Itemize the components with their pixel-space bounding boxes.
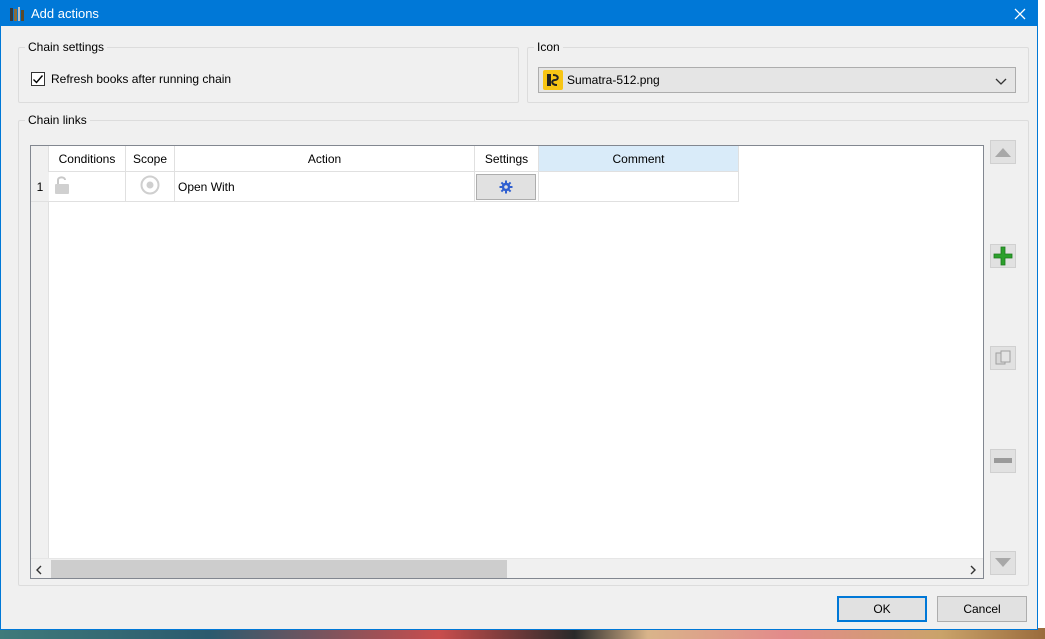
chain-settings-group: Chain settings Refresh books after runni… bbox=[18, 40, 519, 103]
action-cell[interactable]: Open With bbox=[175, 172, 475, 202]
cancel-button[interactable]: Cancel bbox=[937, 596, 1027, 622]
remove-action-button[interactable] bbox=[990, 449, 1016, 473]
plus-icon bbox=[993, 246, 1013, 266]
gear-icon bbox=[499, 180, 513, 193]
copy-action-button[interactable] bbox=[990, 346, 1016, 370]
copy-icon bbox=[995, 350, 1011, 365]
icon-legend: Icon bbox=[534, 40, 563, 54]
calibre-books-icon bbox=[9, 6, 25, 22]
column-header-settings[interactable]: Settings bbox=[475, 146, 539, 172]
comment-cell[interactable] bbox=[539, 172, 739, 202]
chain-settings-legend: Chain settings bbox=[25, 40, 108, 54]
settings-button[interactable] bbox=[476, 173, 536, 200]
close-button[interactable] bbox=[1003, 1, 1037, 26]
table-row[interactable]: 1 Open With bbox=[31, 172, 739, 202]
conditions-cell[interactable] bbox=[49, 172, 126, 202]
arrow-up-icon bbox=[995, 148, 1011, 157]
column-header-scope[interactable]: Scope bbox=[126, 146, 175, 172]
row-number: 1 bbox=[31, 172, 49, 202]
refresh-books-checkbox[interactable] bbox=[31, 72, 45, 86]
minus-icon bbox=[994, 458, 1012, 463]
chain-links-legend: Chain links bbox=[25, 113, 90, 127]
scope-cell[interactable] bbox=[126, 172, 175, 202]
column-header-conditions[interactable]: Conditions bbox=[49, 146, 126, 172]
table-header: Conditions Scope Action Settings Comment bbox=[49, 146, 739, 172]
radio-target-icon bbox=[140, 175, 160, 198]
column-header-action[interactable]: Action bbox=[175, 146, 475, 172]
refresh-books-label: Refresh books after running chain bbox=[51, 72, 232, 86]
desktop-background-right bbox=[1037, 0, 1045, 639]
horizontal-scrollbar[interactable] bbox=[31, 558, 983, 578]
refresh-books-option[interactable]: Refresh books after running chain bbox=[31, 72, 231, 86]
sumatra-icon bbox=[543, 70, 563, 90]
checkmark-icon bbox=[33, 75, 44, 84]
icon-select-value: Sumatra-512.png bbox=[567, 73, 660, 87]
move-up-button[interactable] bbox=[990, 140, 1016, 164]
ok-button[interactable]: OK bbox=[837, 596, 927, 622]
title-bar[interactable]: Add actions bbox=[1, 1, 1037, 26]
icon-select[interactable]: Sumatra-512.png bbox=[538, 67, 1016, 93]
scroll-left-icon[interactable] bbox=[35, 564, 43, 578]
scrollbar-thumb[interactable] bbox=[51, 560, 507, 578]
column-header-comment[interactable]: Comment bbox=[539, 146, 739, 172]
unlock-icon bbox=[54, 175, 70, 198]
window-title: Add actions bbox=[31, 6, 99, 21]
chain-links-table[interactable]: Conditions Scope Action Settings Comment… bbox=[30, 145, 984, 579]
row-header-column bbox=[31, 146, 49, 560]
icon-group: Icon Sumatra-512.png bbox=[527, 40, 1029, 103]
scroll-right-icon[interactable] bbox=[969, 564, 977, 578]
settings-cell bbox=[475, 172, 539, 202]
close-icon bbox=[1014, 8, 1026, 19]
chain-links-group: Chain links Conditions Scope Action Sett… bbox=[18, 113, 1029, 586]
arrow-down-icon bbox=[995, 558, 1011, 567]
chevron-down-icon bbox=[995, 75, 1007, 89]
add-actions-dialog: Add actions Chain settings Refresh books… bbox=[0, 0, 1038, 630]
add-action-button[interactable] bbox=[990, 244, 1016, 268]
move-down-button[interactable] bbox=[990, 551, 1016, 575]
